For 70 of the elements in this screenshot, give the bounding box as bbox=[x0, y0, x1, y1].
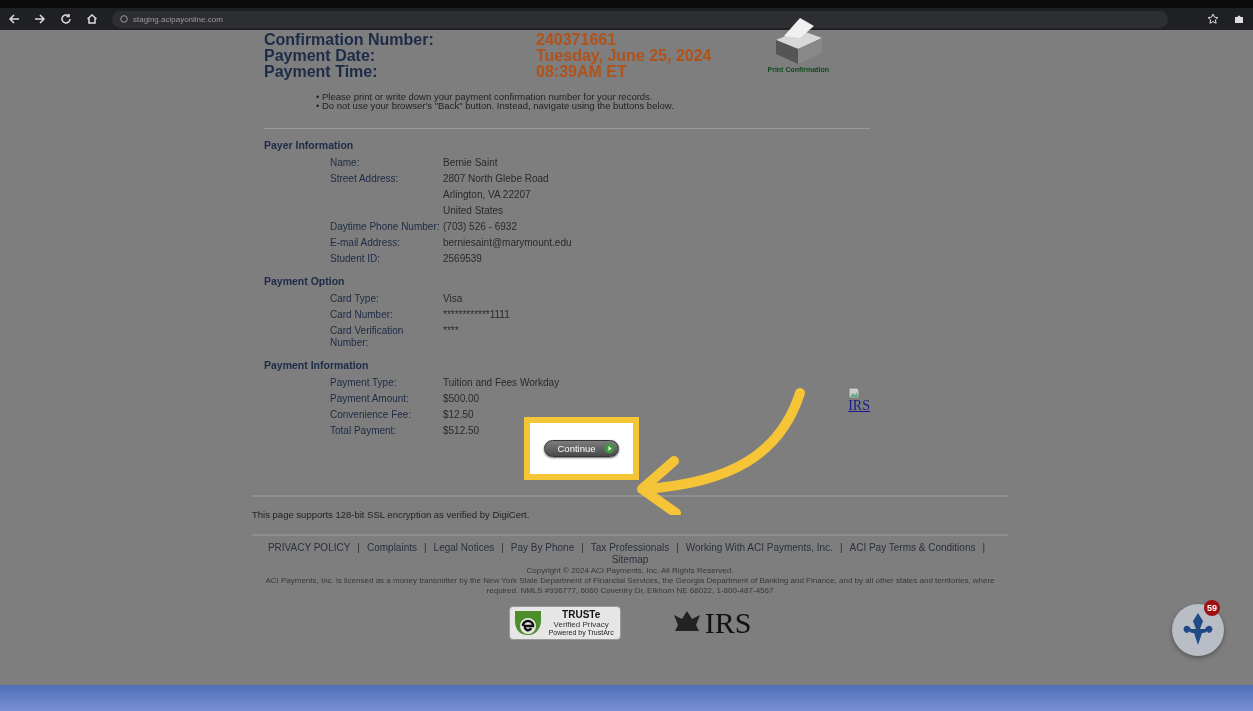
field-value: Bernie Saint bbox=[443, 157, 499, 169]
field-label: Payment Type: bbox=[330, 377, 398, 389]
field-value: $12.50 bbox=[443, 409, 475, 421]
field-value: 2569539 bbox=[443, 253, 483, 265]
field-label: Card Number: bbox=[330, 309, 394, 321]
field-label: Student ID: bbox=[330, 253, 382, 265]
forward-icon[interactable] bbox=[34, 13, 46, 25]
section-title: Payment Information bbox=[264, 359, 370, 371]
footer-link[interactable]: Legal Notices bbox=[433, 542, 495, 554]
field-label: Total Payment: bbox=[330, 425, 398, 437]
field-value: Tuition and Fees Workday bbox=[443, 377, 560, 389]
field-value: **** bbox=[443, 325, 460, 337]
note-text: • Please print or write down your payment confirmation number for your records. bbox=[316, 92, 654, 101]
field-value: berniesaint@marymount.edu bbox=[443, 237, 572, 249]
field-value: Arlington, VA 22207 bbox=[443, 189, 532, 201]
footer-link[interactable]: Complaints bbox=[366, 542, 417, 554]
ssl-note: This page supports 128-bit SSL encryption as verified by DigiCert. bbox=[252, 509, 531, 520]
irs-link[interactable]: IRS bbox=[848, 399, 870, 412]
field-value: ************1111 bbox=[443, 309, 510, 321]
broken-image-icon bbox=[848, 387, 861, 399]
confirmation-value: 240371661 bbox=[536, 32, 618, 48]
url-text: staging.acipayonline.com bbox=[133, 14, 223, 24]
field-label: Convenience Fee: bbox=[330, 409, 413, 421]
field-value: (703) 526 - 6932 bbox=[443, 221, 518, 233]
star-icon[interactable] bbox=[1207, 13, 1219, 25]
truste-logo-icon bbox=[512, 609, 543, 637]
footer-link[interactable]: Pay By Phone bbox=[510, 542, 575, 554]
home-icon[interactable] bbox=[86, 13, 98, 25]
field-label: Card Type: bbox=[330, 293, 380, 305]
footer-link[interactable]: Tax Professionals bbox=[590, 542, 670, 554]
site-info-icon[interactable] bbox=[120, 15, 128, 23]
address-bar[interactable]: staging.acipayonline.com bbox=[112, 10, 1168, 28]
link-separator: | bbox=[357, 542, 360, 554]
badge-title: TRUSTe bbox=[562, 609, 601, 620]
irs-logo: IRS bbox=[704, 608, 752, 638]
notification-count: 59 bbox=[1204, 600, 1220, 616]
link-separator: | bbox=[581, 542, 584, 554]
section-title: Payment Option bbox=[264, 275, 346, 287]
field-label: Name: bbox=[330, 157, 361, 169]
badge-subtitle: Verified Privacy bbox=[553, 620, 609, 629]
field-value: Visa bbox=[443, 293, 464, 305]
footer-link[interactable]: Sitemap bbox=[611, 554, 649, 566]
back-icon[interactable] bbox=[8, 13, 20, 25]
continue-button[interactable]: Continue bbox=[544, 440, 619, 457]
note-text: • Do not use your browser's "Back" button. Instead, navigate using the buttons below. bbox=[316, 101, 675, 110]
footer-link[interactable]: PRIVACY POLICY bbox=[267, 542, 351, 554]
link-separator: | bbox=[501, 542, 504, 554]
field-label: E-mail Address: bbox=[330, 237, 402, 249]
section-title: Payer Information bbox=[264, 139, 355, 151]
link-separator: | bbox=[839, 542, 843, 554]
confirmation-label: Payment Time: bbox=[264, 64, 379, 80]
field-value: $500.00 bbox=[443, 393, 481, 405]
field-value: United States bbox=[443, 205, 505, 217]
link-separator: | bbox=[424, 542, 427, 554]
confirmation-label: Confirmation Number: bbox=[264, 32, 435, 48]
footer-link[interactable]: ACI Pay Terms & Conditions bbox=[849, 542, 976, 554]
field-label: Daytime Phone Number: bbox=[330, 221, 441, 233]
footer-link[interactable]: Working With ACI Payments, Inc. bbox=[685, 542, 833, 554]
link-separator: | bbox=[676, 542, 679, 554]
field-label: Street Address: bbox=[330, 173, 400, 186]
confirmation-value: 08:39AM ET bbox=[536, 64, 628, 80]
field-label: Card Verification Number: bbox=[330, 325, 405, 349]
confirmation-label: Payment Date: bbox=[264, 48, 377, 64]
reload-icon[interactable] bbox=[60, 13, 72, 25]
confirmation-value: Tuesday, June 25, 2024 bbox=[536, 48, 712, 64]
field-value: 2807 North Glebe Road bbox=[443, 173, 550, 185]
field-label: Payment Amount: bbox=[330, 393, 410, 405]
link-separator: | bbox=[982, 542, 986, 554]
field-value: $512.50 bbox=[443, 425, 481, 437]
arrow-circle-icon bbox=[603, 443, 615, 454]
